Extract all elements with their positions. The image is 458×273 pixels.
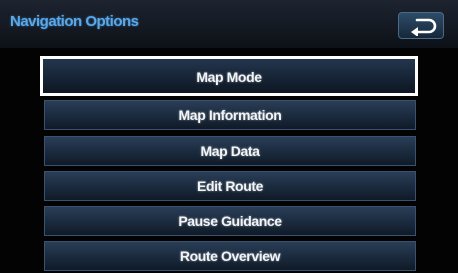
edit-route-button[interactable]: Edit Route [44,171,416,201]
back-button[interactable] [398,12,444,39]
back-arrow-icon [411,18,437,36]
route-overview-button[interactable]: Route Overview [44,241,416,271]
page-title: Navigation Options [10,13,139,30]
navigation-options-screen: Navigation Options Map Mode Map Informat… [0,0,458,273]
map-information-button[interactable]: Map Information [44,100,416,130]
pause-guidance-button[interactable]: Pause Guidance [44,206,416,236]
options-menu: Map Mode Map Information Map Data Edit R… [0,48,458,273]
map-data-button[interactable]: Map Data [44,136,416,166]
header-bar: Navigation Options [0,0,458,48]
map-mode-button[interactable]: Map Mode [40,56,418,96]
